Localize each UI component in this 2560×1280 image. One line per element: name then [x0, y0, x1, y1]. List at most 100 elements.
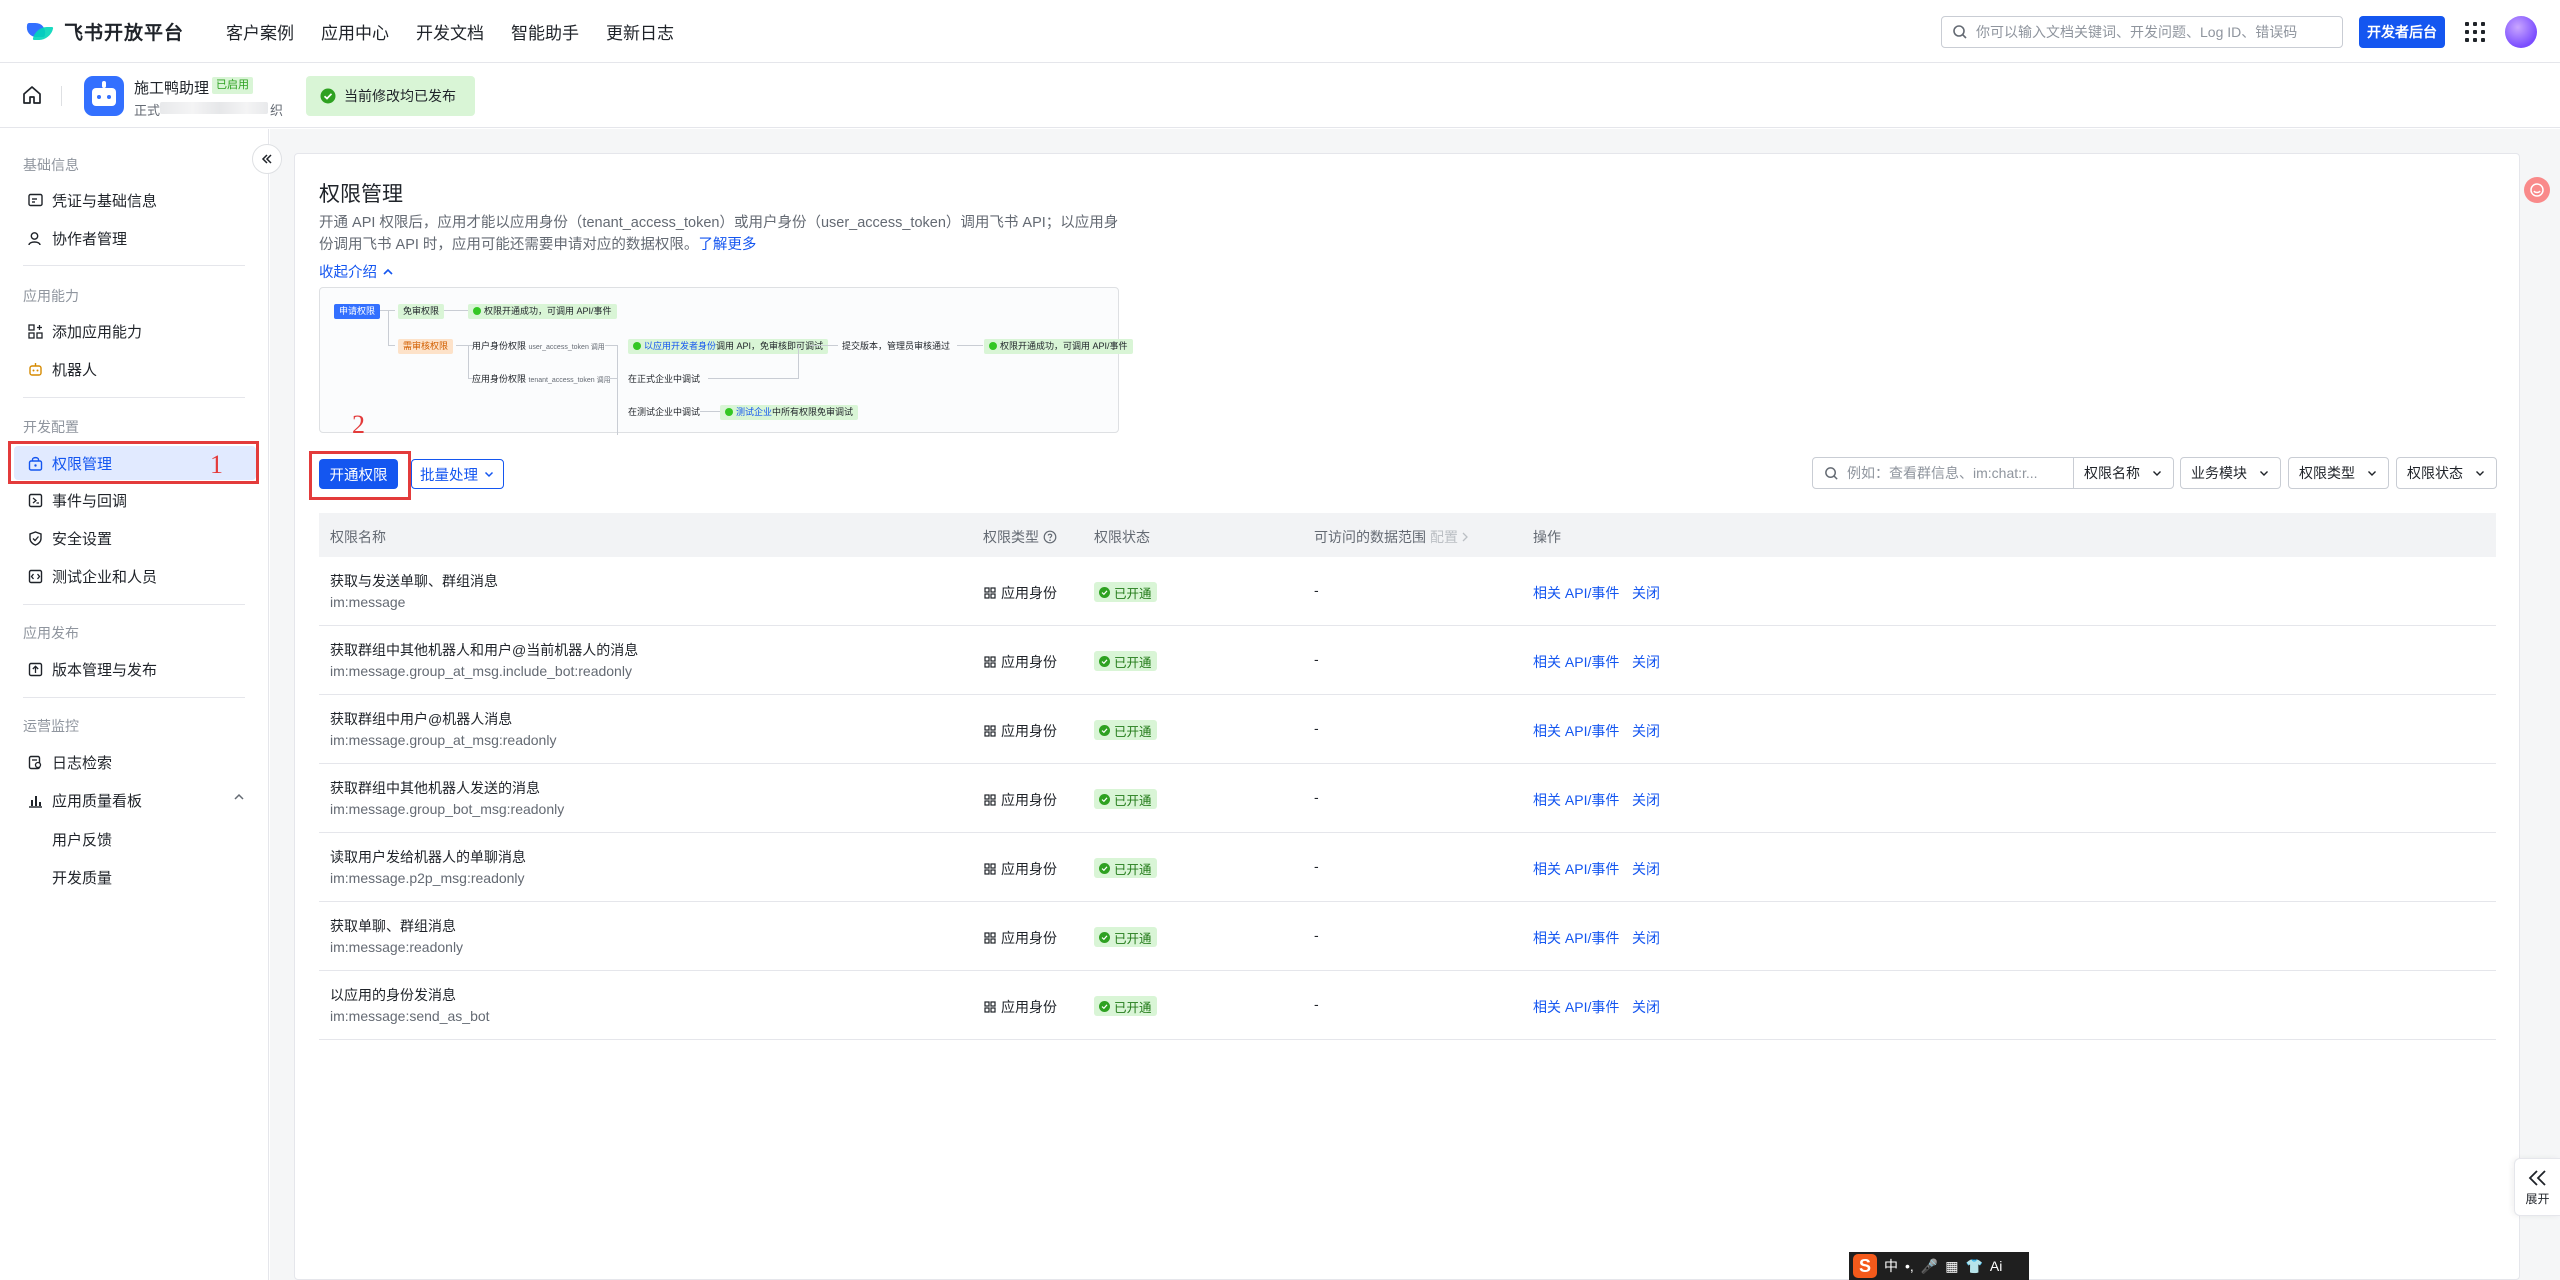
sidebar-item-label: 测试企业和人员 [52, 568, 158, 586]
ime-item[interactable]: 🎤 [1921, 1258, 1938, 1275]
sidebar-item-test-tenants[interactable]: 测试企业和人员 [14, 559, 256, 593]
filter-business-module[interactable]: 业务模块 [2180, 457, 2281, 489]
filter-permission-status[interactable]: 权限状态 [2396, 457, 2497, 489]
app-env-suffix: 织 [270, 103, 284, 118]
sidebar-item-quality-board[interactable]: 应用质量看板 [14, 783, 256, 817]
chevron-up-icon[interactable] [232, 790, 246, 804]
flow-user-token: user_access_token 调用 [528, 344, 605, 351]
status-label: 已开通 [1114, 931, 1152, 946]
nav-link-app-center[interactable]: 应用中心 [321, 19, 389, 44]
learn-more-link[interactable]: 了解更多 [698, 237, 756, 253]
event-callback-icon [27, 492, 43, 508]
brand[interactable]: 飞书开放平台 [24, 18, 185, 45]
user-avatar[interactable] [2505, 16, 2537, 48]
status-badge: 已开通 [1094, 927, 1157, 947]
app-grid-icon [984, 932, 996, 944]
ime-item[interactable]: Ai [1990, 1258, 2002, 1274]
related-api-link[interactable]: 相关 API/事件 [1533, 652, 1619, 672]
close-permission-link[interactable]: 关闭 [1632, 652, 1660, 672]
related-api-link[interactable]: 相关 API/事件 [1533, 583, 1619, 603]
ime-item[interactable]: ▦ [1945, 1258, 1958, 1275]
flow-app-identity: 应用身份权限 tenant_access_token 调用 [472, 372, 611, 385]
fold-intro-link[interactable]: 收起介绍 [319, 261, 395, 282]
sidebar-item-events[interactable]: 事件与回调 [14, 483, 256, 517]
column-header-ops: 操作 [1533, 529, 1561, 545]
app-name[interactable]: 施工鸭助理 [134, 77, 209, 98]
permission-name: 以应用的身份发消息 [330, 987, 456, 1003]
permission-type: 应用身份 [984, 721, 1057, 741]
nav-link-docs[interactable]: 开发文档 [416, 19, 484, 44]
home-icon[interactable] [21, 84, 43, 106]
help-circle-icon[interactable] [1043, 530, 1057, 544]
close-permission-link[interactable]: 关闭 [1632, 583, 1660, 603]
publish-status-banner: 当前修改均已发布 [306, 76, 475, 116]
chevron-up-icon [383, 268, 393, 275]
permission-type-label: 应用身份 [1001, 654, 1057, 670]
filter-label: 权限类型 [2299, 465, 2355, 481]
related-api-link[interactable]: 相关 API/事件 [1533, 997, 1619, 1017]
expand-panel-button[interactable]: 展开 [2514, 1158, 2560, 1216]
sidebar-group-monitoring: 运营监控 [23, 718, 79, 734]
permission-name: 获取群组中其他机器人和用户@当前机器人的消息 [330, 642, 639, 658]
close-permission-link[interactable]: 关闭 [1632, 997, 1660, 1017]
permission-key: im:message [330, 594, 406, 610]
status-badge: 已开通 [1094, 996, 1157, 1016]
app-grid-icon[interactable] [2464, 21, 2486, 43]
sidebar-item-security[interactable]: 安全设置 [14, 521, 256, 555]
sidebar-subitem-feedback[interactable]: 用户反馈 [52, 829, 112, 850]
floating-assistant-icon[interactable] [2524, 177, 2550, 203]
brand-name: 飞书开放平台 [64, 22, 185, 44]
permission-search-input[interactable] [1847, 465, 2067, 481]
sidebar-item-log-search[interactable]: 日志检索 [14, 745, 256, 779]
flow-test-result: 测试企业中所有权限免审调试 [720, 405, 859, 420]
annotation-number-1: 1 [210, 450, 223, 479]
sidebar-item-credentials[interactable]: 凭证与基础信息 [14, 183, 256, 217]
nav-link-changelog[interactable]: 更新日志 [606, 19, 674, 44]
table-row: 获取群组中其他机器人发送的消息 im:message.group_bot_msg… [319, 764, 2496, 833]
data-scope: - [1314, 927, 1319, 943]
close-permission-link[interactable]: 关闭 [1632, 859, 1660, 879]
sidebar-group-capabilities: 应用能力 [23, 288, 79, 304]
ime-item[interactable]: 中 [1884, 1256, 1898, 1276]
related-api-link[interactable]: 相关 API/事件 [1533, 790, 1619, 810]
close-permission-link[interactable]: 关闭 [1632, 790, 1660, 810]
status-badge: 已开通 [1094, 789, 1157, 809]
ime-item[interactable]: 👕 [1965, 1258, 1982, 1275]
batch-process-button[interactable]: 批量处理 [411, 459, 504, 489]
sidebar-item-robot[interactable]: 机器人 [14, 352, 256, 386]
app-env-label: 正式 [134, 103, 161, 118]
flow-tenant-token: tenant_access_token 调用 [528, 377, 611, 384]
sidebar-divider [23, 697, 245, 698]
flow-final-text: 权限开通成功，可调用 API/事件 [1000, 341, 1128, 351]
close-permission-link[interactable]: 关闭 [1632, 721, 1660, 741]
nav-link-cases[interactable]: 客户案例 [226, 19, 294, 44]
scope-config-link[interactable]: 配置 [1430, 527, 1458, 547]
ime-item[interactable]: •, [1905, 1258, 1914, 1274]
upload-icon [27, 661, 43, 677]
filter-permission-name[interactable]: 权限名称 [2073, 457, 2174, 489]
related-api-link[interactable]: 相关 API/事件 [1533, 928, 1619, 948]
sidebar-item-collaborators[interactable]: 协作者管理 [14, 221, 256, 255]
user-icon [27, 230, 43, 246]
filter-permission-type[interactable]: 权限类型 [2288, 457, 2389, 489]
flow-user-identity-label: 用户身份权限 [472, 341, 527, 351]
developer-console-button[interactable]: 开发者后台 [2359, 16, 2445, 48]
status-label: 已开通 [1114, 655, 1152, 670]
close-permission-link[interactable]: 关闭 [1632, 928, 1660, 948]
top-search-box[interactable] [1941, 16, 2343, 48]
column-header-type-label: 权限类型 [983, 529, 1039, 545]
ime-toolbar[interactable]: S 中 •, 🎤 ▦ 👕 Ai [1849, 1252, 2029, 1280]
column-header-scope-label: 可访问的数据范围 [1314, 529, 1426, 545]
sidebar-item-label: 日志检索 [52, 754, 113, 772]
chevron-down-icon [2153, 471, 2161, 476]
sidebar-item-add-capability[interactable]: 添加应用能力 [14, 314, 256, 348]
related-api-link[interactable]: 相关 API/事件 [1533, 721, 1619, 741]
sidebar-item-versions[interactable]: 版本管理与发布 [14, 652, 256, 686]
sidebar-subitem-dev-quality[interactable]: 开发质量 [52, 867, 112, 888]
nav-link-assistant[interactable]: 智能助手 [511, 19, 579, 44]
top-search-input[interactable] [1976, 24, 2326, 40]
collapse-sidebar-button[interactable] [252, 144, 282, 174]
flow-apply-tag: 申请权限 [334, 304, 381, 319]
permission-search-box[interactable] [1812, 457, 2074, 489]
related-api-link[interactable]: 相关 API/事件 [1533, 859, 1619, 879]
